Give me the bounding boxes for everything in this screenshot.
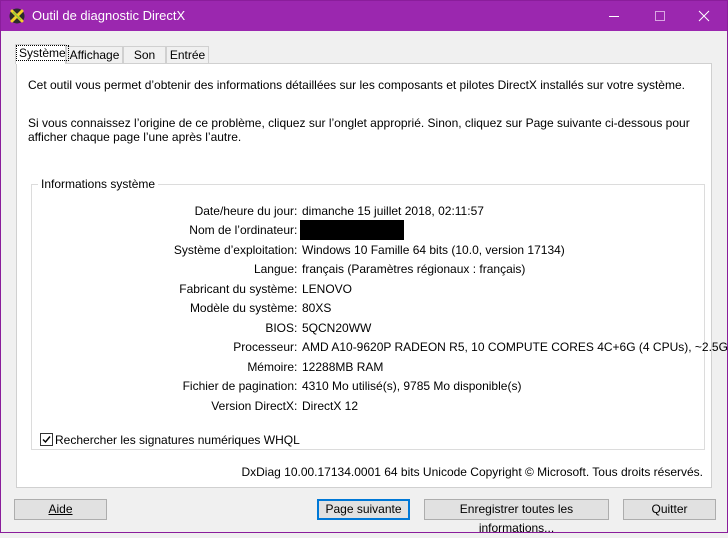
info-separator: :	[294, 262, 298, 276]
close-button[interactable]	[681, 1, 727, 31]
checkmark-icon	[42, 436, 51, 444]
save-all-info-button-label: Enregistrer toutes les informations...	[459, 502, 574, 535]
info-row-model: Modèle du système : 80XS	[32, 301, 704, 317]
info-separator: :	[294, 282, 298, 296]
info-separator: :	[294, 223, 298, 237]
next-page-button[interactable]: Page suivante	[317, 499, 410, 520]
info-value: 80XS	[302, 301, 332, 315]
tab-label: Entrée	[169, 48, 206, 62]
info-label: Processeur	[233, 340, 294, 354]
help-button-label: Aide	[48, 502, 73, 516]
info-label: Version DirectX	[211, 399, 294, 413]
info-separator: :	[294, 204, 298, 218]
group-title: Informations système	[38, 177, 159, 191]
next-page-button-label: Page suivante	[325, 502, 402, 516]
info-label: Modèle du système	[189, 301, 294, 315]
save-all-info-button[interactable]: Enregistrer toutes les informations...	[424, 499, 609, 535]
info-value: LENOVO	[302, 282, 353, 296]
dxdiag-window: Outil de diagnostic DirectX Système Affi…	[0, 0, 728, 535]
info-label: BIOS	[265, 321, 294, 335]
close-icon	[698, 10, 710, 22]
info-row-memory: Mémoire : 12288MB RAM	[32, 360, 704, 376]
help-button[interactable]: Aide	[14, 499, 107, 520]
minimize-icon	[609, 16, 619, 17]
quit-button-label: Quitter	[651, 502, 688, 516]
whql-checkbox[interactable]	[40, 433, 53, 446]
info-label: Nom de l’ordinateur	[189, 223, 294, 237]
tab-son[interactable]: Son	[123, 46, 166, 63]
info-separator: :	[294, 243, 298, 257]
info-row-language: Langue : français (Paramètres régionaux …	[32, 262, 704, 278]
tab-label: Affichage	[69, 48, 120, 62]
system-info-group: Informations système Date/heure du jour …	[31, 177, 728, 450]
tab-entree[interactable]: Entrée	[166, 46, 209, 63]
info-label: Langue	[253, 262, 294, 276]
info-value: dimanche 15 juillet 2018, 02:11:57	[302, 204, 484, 218]
info-label: Date/heure du jour	[194, 204, 294, 218]
info-row-page-file: Fichier de pagination : 4310 Mo utilisé(…	[32, 379, 704, 395]
info-value: 4310 Mo utilisé(s), 9785 Mo disponible(s…	[302, 379, 522, 393]
info-value: DirectX 12	[302, 399, 359, 413]
directx-app-icon	[9, 8, 25, 24]
redacted-value	[300, 220, 404, 240]
info-label: Système d’exploitation	[173, 243, 294, 257]
info-row-directx-version: Version DirectX : DirectX 12	[32, 399, 704, 415]
info-separator: :	[294, 379, 298, 393]
info-value: Windows 10 Famille 64 bits (10.0, versio…	[302, 243, 565, 257]
info-separator: :	[294, 340, 298, 354]
title-bar[interactable]: Outil de diagnostic DirectX	[1, 1, 727, 31]
info-row-computer-name: Nom de l’ordinateur :	[32, 220, 704, 240]
maximize-icon	[655, 11, 665, 21]
instructions-text: Si vous connaissez l’origine de ce probl…	[28, 116, 690, 144]
tab-label: Système	[16, 45, 69, 61]
info-separator: :	[294, 360, 298, 374]
info-value: 5QCN20WW	[302, 321, 372, 335]
system-tab-panel: Cet outil vous permet d’obtenir des info…	[16, 63, 728, 488]
info-row-os: Système d’exploitation : Windows 10 Fami…	[32, 243, 704, 259]
info-row-processor: Processeur : AMD A10-9620P RADEON R5, 10…	[32, 340, 728, 356]
info-row-bios: BIOS : 5QCN20WW	[32, 321, 704, 337]
minimize-button[interactable]	[591, 1, 637, 31]
info-label: Fichier de pagination	[182, 379, 294, 393]
info-row-date: Date/heure du jour : dimanche 15 juillet…	[32, 204, 704, 220]
intro-text: Cet outil vous permet d’obtenir des info…	[28, 78, 685, 92]
info-value: français (Paramètres régionaux : françai…	[302, 262, 526, 276]
whql-checkbox-label[interactable]: Rechercher les signatures numériques WHQ…	[55, 433, 300, 447]
tab-affichage[interactable]: Affichage	[66, 46, 123, 63]
quit-button[interactable]: Quitter	[623, 499, 716, 520]
info-label: Fabricant du système	[179, 282, 294, 296]
maximize-button[interactable]	[637, 1, 683, 31]
tab-label: Son	[133, 48, 156, 62]
copyright-text: DxDiag 10.00.17134.0001 64 bits Unicode …	[241, 465, 703, 479]
info-label: Mémoire	[247, 360, 294, 374]
info-row-manufacturer: Fabricant du système : LENOVO	[32, 282, 704, 298]
info-value: 12288MB RAM	[302, 360, 384, 374]
info-separator: :	[294, 301, 298, 315]
info-separator: :	[294, 399, 298, 413]
info-value: AMD A10-9620P RADEON R5, 10 COMPUTE CORE…	[302, 340, 728, 354]
info-separator: :	[294, 321, 298, 335]
window-title: Outil de diagnostic DirectX	[32, 8, 186, 23]
tab-systeme[interactable]: Système	[15, 44, 69, 64]
